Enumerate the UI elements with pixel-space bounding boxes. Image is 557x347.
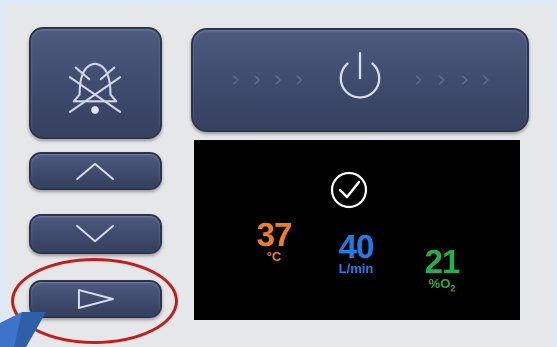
power-icon [233,51,489,99]
bell-crossed-icon [68,62,122,114]
power-button[interactable] [191,28,529,132]
chevron-down-icon [76,224,115,243]
check-circle-icon [330,171,368,209]
flow-readout: 40 L/min [321,228,391,276]
flow-value: 40 [338,228,375,265]
oxygen-unit: %O2 [428,276,456,294]
temperature-value: 37 [256,216,293,253]
status-display: 37 °C 40 L/min 21 %O2 [194,140,520,320]
chevron-up-icon [76,162,114,181]
oxygen-readout: 21 %O2 [412,243,472,296]
oxygen-value: 21 [424,243,461,280]
down-button[interactable] [29,214,162,254]
temperature-unit: °C [266,249,282,264]
up-button[interactable] [29,152,162,190]
temperature-readout: 37 °C [244,216,304,264]
alarm-silence-button[interactable] [29,27,162,139]
highlight-ring [11,258,178,344]
flow-unit: L/min [338,261,374,276]
